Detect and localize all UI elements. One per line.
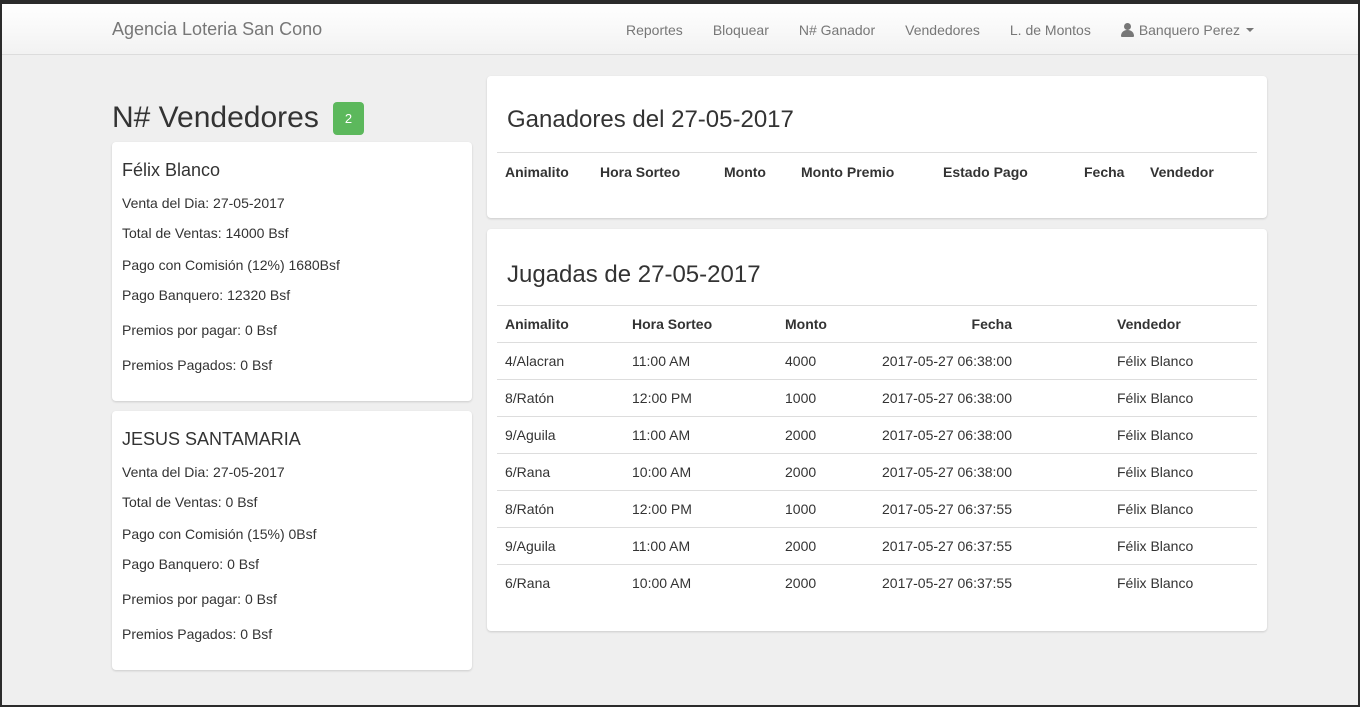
nav-ganador[interactable]: N# Ganador	[799, 22, 875, 38]
monto-cell: 4000	[785, 353, 817, 369]
hora-sorteo-cell: 11:00 AM	[632, 353, 691, 369]
vendor-venta-dia: Venta del Dia: 27-05-2017	[122, 195, 285, 211]
table-row: 6/Rana 10:00 AM 2000 2017-05-27 06:37:55 Fél…	[497, 565, 1257, 602]
vendor-card: Félix Blanco Venta del Dia: 27-05-2017 T…	[112, 142, 472, 401]
hora-sorteo-cell: 12:00 PM	[632, 390, 692, 406]
jugadas-panel: Jugadas de 27-05-2017 Animalito Hora Sor…	[487, 229, 1267, 631]
app-window: Agencia Loteria San Cono Reportes Bloque…	[0, 0, 1360, 707]
column-header[interactable]: Hora Sorteo	[632, 306, 785, 343]
column-header[interactable]: Monto	[724, 153, 801, 191]
nav-vendedores[interactable]: Vendedores	[905, 22, 980, 38]
jugadas-title: Jugadas de 27-05-2017	[507, 261, 761, 288]
caret-down-icon	[1246, 27, 1254, 32]
animalito-cell: 8/Ratón	[505, 501, 555, 517]
fecha-cell: 2017-05-27 06:38:00	[882, 427, 1012, 443]
user-icon	[1120, 22, 1134, 37]
table-row: 8/Ratón 12:00 PM 1000 2017-05-27 06:37:55 Fé…	[497, 491, 1257, 528]
vendedor-cell: Félix Blanco	[1117, 464, 1194, 480]
table-row: 9/Aguila 11:00 AM 2000 2017-05-27 06:38:00 F…	[497, 417, 1257, 454]
ganadores-panel: Ganadores del 27-05-2017 Animalito Hora …	[487, 76, 1267, 218]
hora-sorteo-cell: 11:00 AM	[632, 538, 691, 554]
table-row: 6/Rana 10:00 AM 2000 2017-05-27 06:38:00 Fél…	[497, 454, 1257, 491]
nav-links: Reportes Bloquear N# Ganador Vendedores …	[596, 4, 1254, 55]
monto-cell: 2000	[785, 575, 817, 592]
vendedor-cell: Félix Blanco	[1117, 538, 1194, 554]
animalito-cell: 6/Rana	[505, 575, 551, 592]
brand-link[interactable]: Agencia Loteria San Cono	[112, 19, 322, 40]
fecha-cell: 2017-05-27 06:37:55	[882, 538, 1012, 554]
vendors-count-badge: 2	[332, 101, 365, 135]
hora-sorteo-cell: 11:00 AM	[632, 427, 691, 443]
vendor-premios-por-pagar: Premios por pagar: 0 Bsf	[122, 591, 277, 607]
hora-sorteo-cell: 10:00 AM	[632, 464, 692, 480]
vendor-name: Félix Blanco	[122, 160, 221, 180]
top-navbar: Agencia Loteria San Cono Reportes Bloque…	[2, 4, 1358, 55]
column-header[interactable]: Fecha	[1084, 153, 1150, 191]
monto-cell: 2000	[785, 538, 817, 554]
monto-cell: 1000	[785, 390, 817, 406]
user-name: Banquero Perez	[1138, 21, 1240, 38]
nav-limite-montos[interactable]: L. de Montos	[1010, 22, 1091, 38]
table-row: 9/Aguila 11:00 AM 2000 2017-05-27 06:37:55 F…	[497, 528, 1257, 565]
vendedor-cell: Félix Blanco	[1117, 353, 1194, 369]
nav-bloquear[interactable]: Bloquear	[713, 22, 769, 38]
vendedor-cell: Félix Blanco	[1117, 390, 1194, 406]
column-header[interactable]: Fecha	[872, 306, 1012, 343]
table-row: 8/Ratón 12:00 PM 1000 2017-05-27 06:38:00 Fé…	[497, 380, 1257, 417]
column-header[interactable]: Animalito	[497, 306, 632, 343]
fecha-cell: 2017-05-27 06:37:55	[882, 501, 1012, 517]
user-menu-dropdown[interactable]: Banquero Perez	[1120, 21, 1254, 38]
vendor-venta-dia: Venta del Dia: 27-05-2017	[122, 464, 285, 480]
animalito-cell: 9/Aguila	[505, 427, 556, 443]
monto-cell: 2000	[785, 427, 817, 443]
column-header[interactable]: Animalito	[497, 153, 600, 191]
ganadores-title: Ganadores del 27-05-2017	[507, 106, 794, 133]
monto-cell: 1000	[785, 501, 817, 517]
nav-reportes[interactable]: Reportes	[626, 22, 683, 38]
vendor-pago-banquero: Pago Banquero: 12320 Bsf	[122, 287, 291, 303]
table-row: 4/Alacran 11:00 AM 4000 2017-05-27 06:38:00…	[497, 343, 1257, 380]
fecha-cell: 2017-05-27 06:37:55	[882, 575, 1012, 592]
ganadores-table: Animalito Hora Sorteo Monto Monto Premio…	[497, 152, 1257, 191]
column-header[interactable]: Monto Premio	[801, 153, 943, 191]
vendors-header: N# Vendedores 2	[112, 94, 472, 142]
vendor-card: JESUS SANTAMARIA Venta del Dia: 27-05-20…	[112, 411, 472, 670]
animalito-cell: 6/Rana	[505, 464, 551, 480]
column-header[interactable]: Estado Pago	[943, 153, 1084, 191]
column-header[interactable]: Vendedor	[1150, 153, 1257, 191]
vendor-name: JESUS SANTAMARIA	[122, 429, 301, 449]
vendedor-cell: Félix Blanco	[1117, 427, 1194, 443]
fecha-cell: 2017-05-27 06:38:00	[882, 353, 1012, 369]
column-header[interactable]: Vendedor	[1012, 306, 1257, 343]
vendors-title: N# Vendedores	[112, 101, 319, 134]
animalito-cell: 4/Alacran	[505, 353, 565, 369]
animalito-cell: 9/Aguila	[505, 538, 556, 554]
vendor-pago-comision: Pago con Comisión (15%) 0Bsf	[122, 526, 317, 542]
fecha-cell: 2017-05-27 06:38:00	[882, 464, 1012, 480]
vendedor-cell: Félix Blanco	[1117, 575, 1194, 592]
vendor-premios-pagados: Premios Pagados: 0 Bsf	[122, 357, 273, 373]
vendor-pago-comision: Pago con Comisión (12%) 1680Bsf	[122, 257, 340, 273]
vendor-premios-por-pagar: Premios por pagar: 0 Bsf	[122, 322, 277, 338]
vendor-premios-pagados: Premios Pagados: 0 Bsf	[122, 626, 273, 642]
hora-sorteo-cell: 12:00 PM	[632, 501, 692, 517]
hora-sorteo-cell: 10:00 AM	[632, 575, 692, 592]
animalito-cell: 8/Ratón	[505, 390, 555, 406]
fecha-cell: 2017-05-27 06:38:00	[882, 390, 1012, 406]
monto-cell: 2000	[785, 464, 817, 480]
column-header[interactable]: Monto	[785, 306, 872, 343]
jugadas-table: Animalito Hora Sorteo Monto Fecha Vended…	[497, 305, 1257, 602]
vendedor-cell: Félix Blanco	[1117, 501, 1194, 517]
vendor-total-ventas: Total de Ventas: 0 Bsf	[122, 494, 258, 510]
vendor-total-ventas: Total de Ventas: 14000 Bsf	[122, 225, 289, 241]
column-header[interactable]: Hora Sorteo	[600, 153, 724, 191]
vendor-pago-banquero: Pago Banquero: 0 Bsf	[122, 556, 259, 572]
